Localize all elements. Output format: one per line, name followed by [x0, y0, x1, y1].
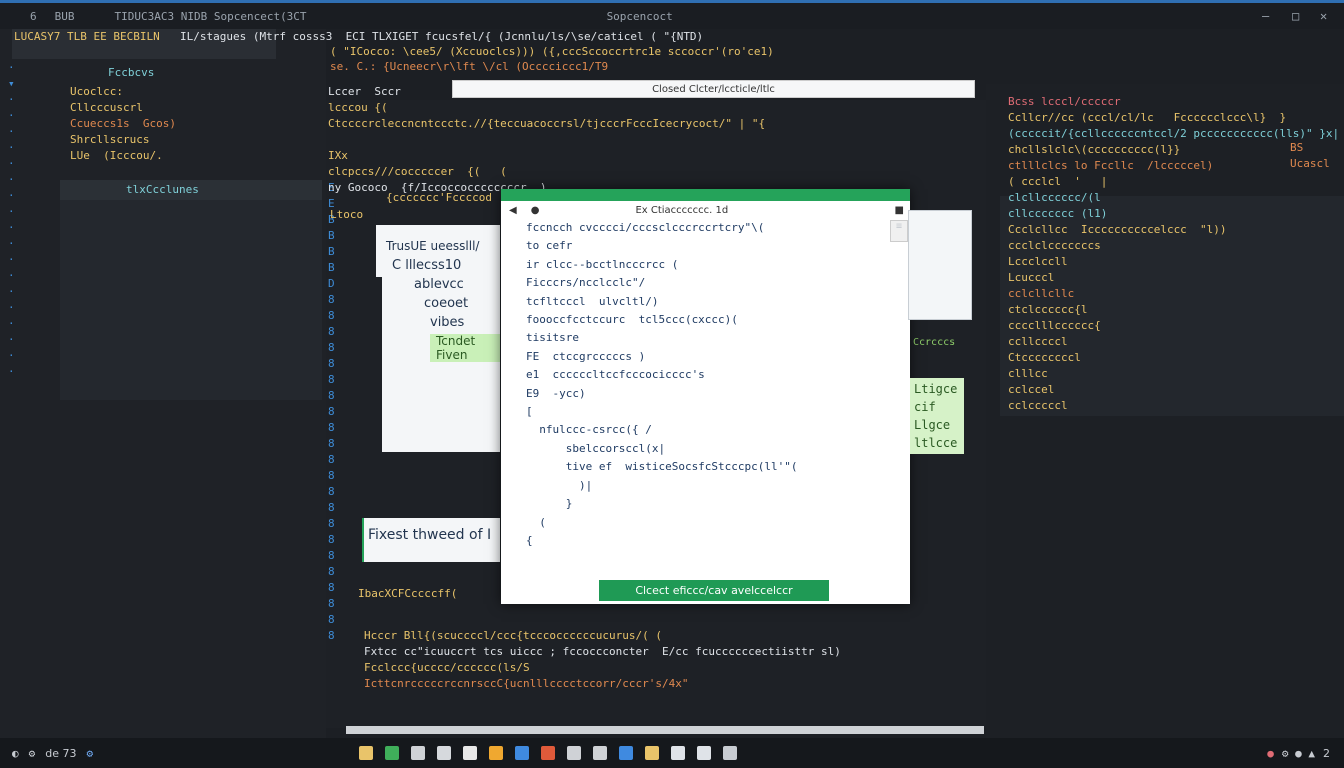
- left-tree-item-4[interactable]: Shrcllscrucs: [70, 133, 149, 146]
- title-path: TIDUC3AC3 NIDB Sopcencect(3CT: [114, 9, 307, 23]
- popup-line-2[interactable]: C lllecss10: [382, 252, 500, 273]
- close-icon[interactable]: ✕: [1320, 9, 1327, 23]
- right-side-label: BS Ucascl: [1290, 141, 1330, 170]
- right-chip-2[interactable]: cif: [914, 398, 964, 416]
- taskbar-left-label: de 73: [45, 746, 77, 760]
- taskbar-app-10-icon[interactable]: [593, 746, 608, 760]
- right-chip-1[interactable]: Ltigce: [914, 380, 964, 398]
- left-lower-panel: [60, 200, 322, 400]
- taskbar-app-5-icon[interactable]: [463, 746, 478, 760]
- maximize-icon[interactable]: □: [1292, 9, 1299, 23]
- left-subtab[interactable]: Fccbcvs: [108, 65, 154, 81]
- taskbar-tray-icons[interactable]: ⚙ ● ▲: [1282, 747, 1315, 760]
- dialog-body: fccncch cvcccci/cccsclcccrccrtcry"\( to …: [526, 221, 798, 547]
- taskbar-app-13-icon[interactable]: [671, 746, 686, 760]
- toolbar-row-3: se. C.: {Ucneecr\r\lft \/cl (Occcciccc1/…: [330, 60, 609, 73]
- horizontal-scrollbar[interactable]: [346, 726, 984, 734]
- right-mini-popup[interactable]: [908, 210, 972, 320]
- fix-banner[interactable]: Fixest thweed of I: [362, 518, 500, 562]
- right-chip-3[interactable]: Llgce: [914, 416, 964, 434]
- popup-line-4[interactable]: coeoet: [382, 292, 500, 311]
- toolbar-row-1: IL/stagues (Mtrf cosss3 ECI TLXIGET fcuc…: [180, 30, 704, 43]
- taskbar-app-4-icon[interactable]: [437, 746, 452, 760]
- popup-line-1[interactable]: TrusUE ueesslll/: [376, 225, 500, 253]
- left-gutter: · ▾ · · · · · · · · · · · · · · · · · ·: [8, 61, 15, 378]
- center-code-mid: {ccccccc'Fccccod: [386, 191, 492, 204]
- taskbar-app-9-icon[interactable]: [567, 746, 582, 760]
- taskbar-info-icon[interactable]: ⚙: [87, 747, 94, 760]
- left-tree-item-2[interactable]: Cllcccuscrl: [70, 101, 143, 114]
- taskbar-app-6-icon[interactable]: [489, 746, 504, 760]
- dialog-close-icon[interactable]: ■: [895, 205, 904, 216]
- taskbar-settings-icon[interactable]: ⚙: [29, 747, 36, 760]
- left-toolbar-label[interactable]: LUCASY7 TLB EE BECBILN: [14, 29, 160, 45]
- taskbar-network-icon[interactable]: ◐: [12, 747, 19, 760]
- taskbar-app-3-icon[interactable]: [411, 746, 426, 760]
- left-tree: Ucoclcc: Cllcccuscrl Ccueccs1s Gcos) Shr…: [70, 84, 176, 164]
- taskbar-app-7-icon[interactable]: [515, 746, 530, 760]
- dialog-refresh-icon[interactable]: ●: [531, 205, 540, 216]
- center-code-foot: IbacXCFCccccff(: [358, 587, 458, 600]
- left-tree-item-1[interactable]: Ucoclcc:: [70, 85, 123, 98]
- popup-chip-1[interactable]: Tcndet: [430, 334, 500, 348]
- dialog-back-icon[interactable]: ◀: [509, 205, 517, 216]
- taskbar-app-2-icon[interactable]: [385, 746, 400, 760]
- suggestion-popup: C lllecss10 ablevcc coeoet vibes Tcndet …: [382, 252, 500, 452]
- toolbar-row-2: ( "ICocco: \cee5/ (Xccuoclcs))) ({,cccSc…: [330, 45, 774, 58]
- center-code-label: Ltoco: [330, 208, 364, 221]
- popup-line-5[interactable]: vibes: [382, 311, 500, 330]
- center-side-button[interactable]: Ccrcccs: [913, 334, 965, 352]
- minimize-icon[interactable]: –: [1262, 9, 1269, 23]
- dialog-scroll-thumb[interactable]: ≡: [890, 220, 908, 242]
- taskbar-record-icon[interactable]: ●: [1267, 747, 1274, 760]
- taskbar-right-label: 2: [1323, 746, 1330, 760]
- taskbar-app-11-icon[interactable]: [619, 746, 634, 760]
- dialog-primary-button[interactable]: Clcect eficcc/cav avelccelccr: [599, 580, 829, 601]
- left-tree-item-3[interactable]: Ccueccs1s Gcos): [70, 117, 176, 130]
- popup-chip-2[interactable]: Fiven: [430, 348, 500, 362]
- taskbar-app-15-icon[interactable]: [723, 746, 738, 760]
- taskbar: ◐ ⚙ de 73 ⚙ ● ⚙ ● ▲ 2: [0, 738, 1344, 768]
- title-menu-b[interactable]: BUB: [55, 10, 75, 23]
- right-chip-4[interactable]: ltlcce: [914, 434, 964, 452]
- taskbar-app-14-icon[interactable]: [697, 746, 712, 760]
- center-gutter: E E B B B B D 8 8 8 8 8 8 8 8 8 8 8 8 8 …: [328, 181, 335, 642]
- main-dialog: ◀ ● Ex Ctiaccccccc. 1d ■ fccncch cvcccci…: [501, 189, 910, 604]
- center-code-bottom: Hcccr Bll{(scuccccl/ccc{tcccoccccccucuru…: [364, 629, 841, 690]
- dialog-header: ◀ ● Ex Ctiaccccccc. 1d ■: [501, 201, 910, 219]
- taskbar-app-1-icon[interactable]: [359, 746, 374, 760]
- dialog-title: Ex Ctiaccccccc. 1d: [635, 204, 729, 216]
- right-chip-panel: Ltigce cif Llgce ltlcce: [910, 378, 964, 454]
- left-selected-row[interactable]: tlxCcclunes: [60, 180, 322, 200]
- title-menu-a[interactable]: 6: [30, 10, 37, 23]
- title-center: Sopcencoct: [606, 9, 673, 23]
- center-code-top: Lccer Sccr lcccou {( Ctccccrcleccncntccc…: [328, 85, 766, 194]
- popup-line-3[interactable]: ablevcc: [382, 273, 500, 292]
- taskbar-app-8-icon[interactable]: [541, 746, 556, 760]
- left-tree-item-5[interactable]: LUe (Icccou/.: [70, 149, 163, 162]
- title-bar: 6 BUB TIDUC3AC3 NIDB Sopcencect(3CT Sopc…: [0, 3, 1344, 29]
- taskbar-app-12-icon[interactable]: [645, 746, 660, 760]
- left-selected-label: tlxCcclunes: [126, 183, 199, 196]
